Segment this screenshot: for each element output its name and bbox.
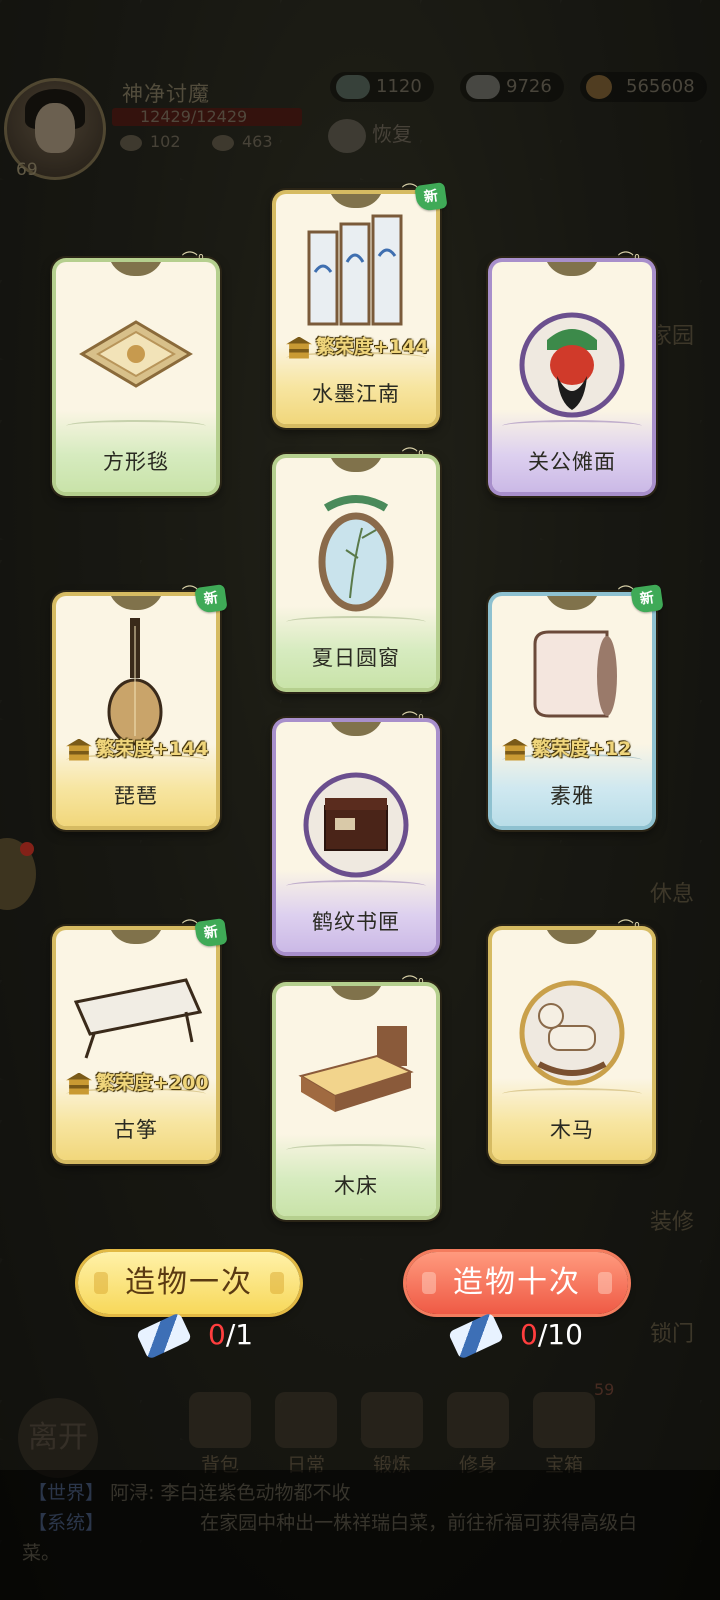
prosperity-bonus: 繁荣度+12 (502, 734, 648, 761)
item-illustration (519, 980, 625, 1086)
button-ornament-right (598, 1272, 612, 1294)
result-card[interactable]: 夏日圆窗 ⌒ᐢ (272, 446, 440, 692)
prosperity-bonus: 繁荣度+144 (286, 332, 432, 359)
item-name: 鹤纹书匣 (312, 910, 400, 934)
card-arch-ornament (544, 596, 600, 610)
card-face: 木床 (276, 986, 436, 1216)
create-ten-have: 0 (520, 1318, 538, 1351)
card-arch-ornament (544, 930, 600, 944)
result-card[interactable]: 繁荣度+200 古筝 ⌒ᐢ 新 (52, 918, 228, 1164)
card-face: 繁荣度+200 古筝 (56, 930, 216, 1160)
swallow-icon: ⌒ᐢ (181, 250, 204, 269)
item-name: 木马 (550, 1118, 594, 1142)
item-illustration (318, 495, 394, 612)
prosperity-text: 繁荣度+200 (96, 1072, 209, 1094)
swallow-icon: ⌒ᐢ (617, 250, 640, 269)
item-illustration (533, 630, 617, 718)
card-arch-ornament (328, 986, 384, 1000)
item-illustration (298, 1026, 414, 1112)
swallow-icon: ⌒ᐢ (401, 446, 424, 465)
card-face: 繁荣度+12 素雅 (492, 596, 652, 826)
create-once-label: 造物一次 (125, 1265, 253, 1300)
card-arch-ornament (108, 596, 164, 610)
item-name: 古筝 (114, 1118, 158, 1142)
card-face: 繁荣度+144 琵琶 (56, 596, 216, 826)
prosperity-text: 繁荣度+144 (316, 336, 429, 358)
card-wave-ornament (66, 420, 206, 432)
result-card[interactable]: 方形毯 ⌒ᐢ (52, 250, 220, 496)
create-once-button[interactable]: 造物一次 (78, 1252, 300, 1314)
scroll-ticket-icon (447, 1312, 505, 1360)
prosperity-bonus: 繁荣度+200 (66, 1068, 212, 1095)
pavilion-icon (502, 738, 528, 761)
item-name: 木床 (334, 1174, 378, 1198)
item-illustration (79, 320, 193, 388)
card-arch-ornament (544, 262, 600, 276)
result-card[interactable]: 木马 ⌒ᐢ (488, 918, 656, 1164)
item-name: 素雅 (550, 784, 594, 808)
card-wave-ornament (502, 1088, 642, 1100)
create-once-have: 0 (208, 1318, 226, 1351)
card-arch-ornament (108, 262, 164, 276)
pavilion-icon (66, 1072, 92, 1095)
button-ornament-left (422, 1272, 436, 1294)
pavilion-icon (286, 336, 312, 359)
result-card[interactable]: 繁荣度+12 素雅 ⌒ᐢ 新 (488, 584, 664, 830)
result-card[interactable]: 木床 ⌒ᐢ (272, 974, 440, 1220)
result-card[interactable]: 关公傩面 ⌒ᐢ (488, 250, 656, 496)
item-name: 方形毯 (103, 450, 169, 474)
create-once-cost: 0/1 (135, 1312, 254, 1360)
card-wave-ornament (286, 1144, 426, 1156)
card-wave-ornament (286, 880, 426, 892)
item-name: 关公傩面 (528, 450, 616, 474)
pavilion-icon (66, 738, 92, 761)
prosperity-text: 繁荣度+144 (96, 738, 209, 760)
card-face: 方形毯 (56, 262, 216, 492)
result-card[interactable]: 繁荣度+144 水墨江南 ⌒ᐢ 新 (272, 182, 448, 428)
card-arch-ornament (108, 930, 164, 944)
scroll-ticket-icon (135, 1312, 193, 1360)
prosperity-text: 繁荣度+12 (532, 738, 632, 760)
result-card[interactable]: 鹤纹书匣 ⌒ᐢ (272, 710, 440, 956)
card-arch-ornament (328, 194, 384, 208)
card-wave-ornament (502, 420, 642, 432)
prosperity-bonus: 繁荣度+144 (66, 734, 212, 761)
create-ten-need: /10 (537, 1318, 583, 1351)
result-card[interactable]: 繁荣度+144 琵琶 ⌒ᐢ 新 (52, 584, 228, 830)
create-once-need: /1 (225, 1318, 254, 1351)
item-name: 琵琶 (114, 784, 158, 808)
item-illustration (519, 312, 625, 418)
button-ornament-left (94, 1272, 108, 1294)
card-face: 木马 (492, 930, 652, 1160)
card-face: 鹤纹书匣 (276, 722, 436, 952)
swallow-icon: ⌒ᐢ (401, 710, 424, 729)
swallow-icon: ⌒ᐢ (401, 974, 424, 993)
item-name: 夏日圆窗 (312, 646, 400, 670)
create-ten-label: 造物十次 (453, 1265, 581, 1300)
create-ten-cost: 0/10 (447, 1312, 583, 1360)
swallow-icon: ⌒ᐢ (617, 918, 640, 937)
card-arch-ornament (328, 722, 384, 736)
item-illustration (107, 618, 163, 746)
item-name: 水墨江南 (312, 382, 400, 406)
card-face: 繁荣度+144 水墨江南 (276, 194, 436, 424)
create-ten-button[interactable]: 造物十次 (406, 1252, 628, 1314)
card-face: 关公傩面 (492, 262, 652, 492)
item-illustration (307, 214, 403, 326)
card-face: 夏日圆窗 (276, 458, 436, 688)
item-illustration (303, 772, 409, 878)
button-ornament-right (270, 1272, 284, 1294)
card-arch-ornament (328, 458, 384, 472)
item-illustration (73, 978, 203, 1059)
